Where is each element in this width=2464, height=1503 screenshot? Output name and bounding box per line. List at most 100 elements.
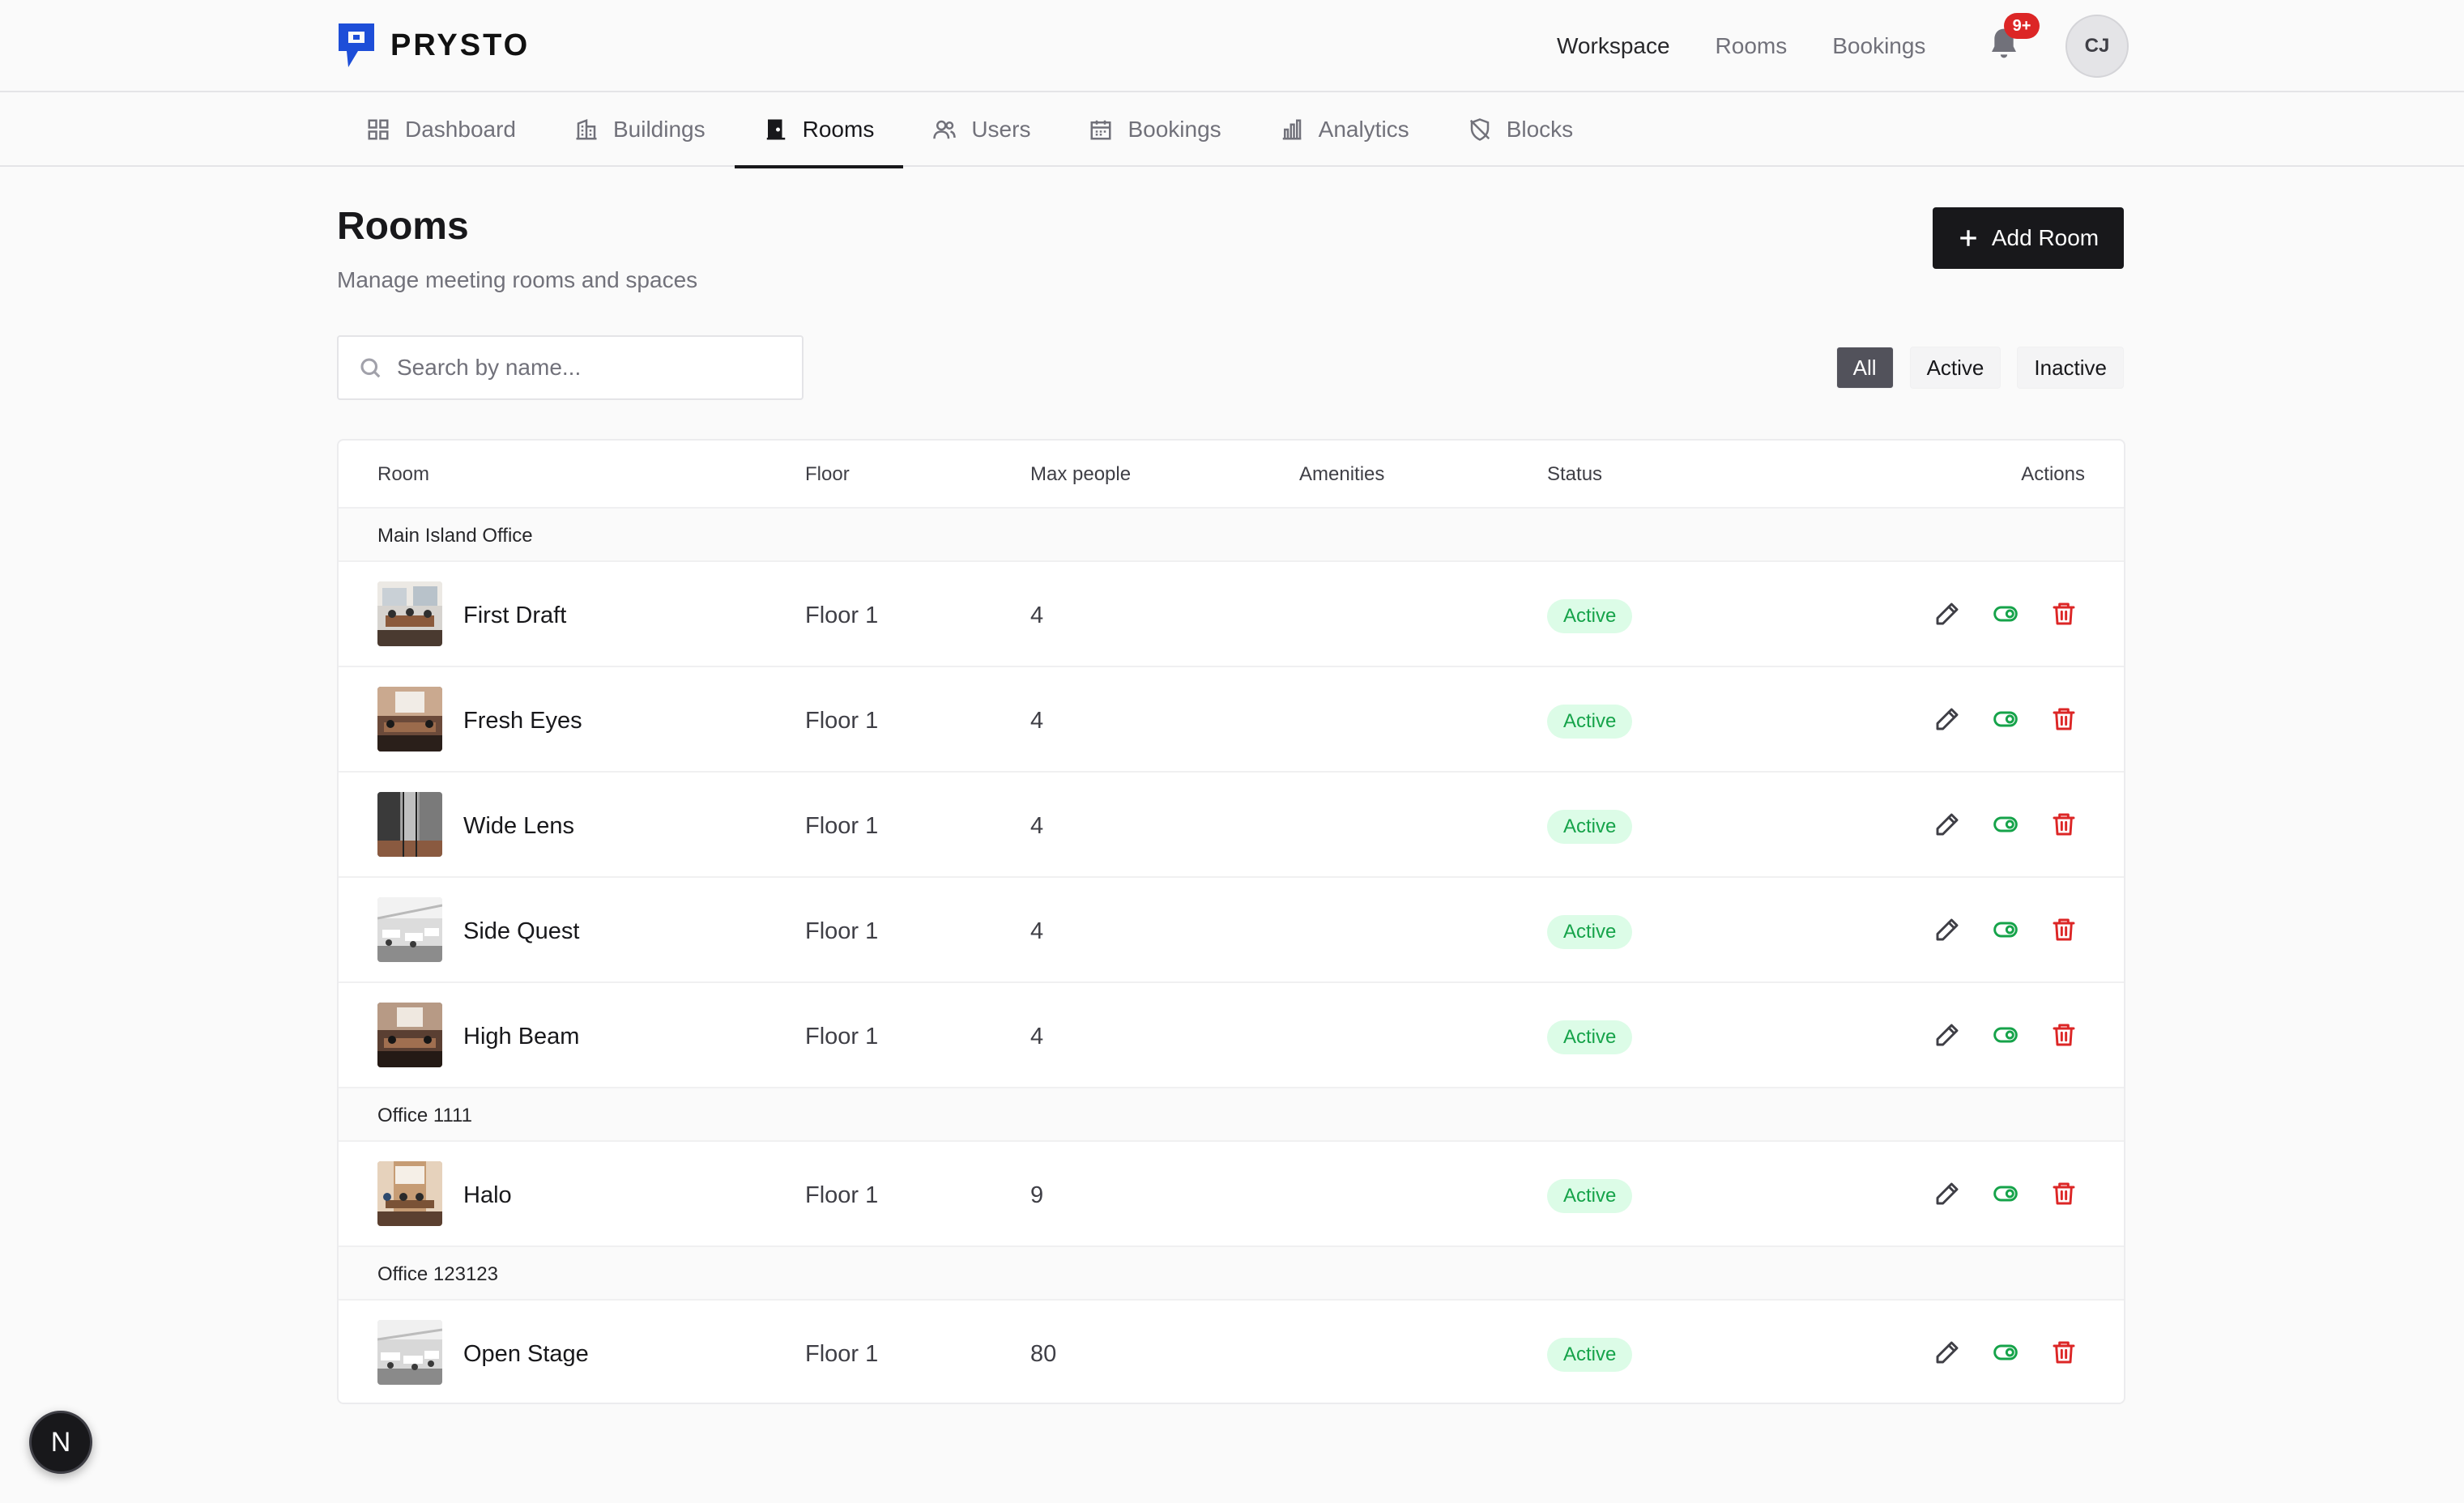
room-floor: Floor 1	[805, 602, 879, 628]
toggle-status-button[interactable]	[1989, 808, 2022, 841]
add-room-button[interactable]: Add Room	[1933, 207, 2124, 269]
toggle-status-button[interactable]	[1989, 703, 2022, 735]
toggle-status-button[interactable]	[1989, 598, 2022, 630]
status-badge: Active	[1547, 1179, 1633, 1213]
filter-all[interactable]: All	[1835, 347, 1894, 389]
status-badge: Active	[1547, 1020, 1633, 1054]
page-title: Rooms	[337, 205, 469, 248]
trash-icon	[2053, 602, 2075, 625]
rooms-table: Room Floor Max people Amenities Status A…	[337, 439, 2125, 1404]
room-floor: Floor 1	[805, 708, 879, 734]
edit-room-button[interactable]	[1931, 913, 1963, 946]
edit-room-button[interactable]	[1931, 1019, 1963, 1051]
delete-room-button[interactable]	[2048, 1177, 2080, 1210]
building-group-header: Office 1111	[339, 1088, 2124, 1142]
page-subtitle: Manage meeting rooms and spaces	[337, 267, 698, 292]
trash-icon	[2053, 1182, 2075, 1205]
column-header-status: Status	[1547, 463, 1603, 485]
tab-label: Dashboard	[405, 117, 516, 142]
topnav-rooms-link[interactable]: Rooms	[1716, 33, 1788, 59]
pencil-icon	[1936, 602, 1959, 625]
edit-room-button[interactable]	[1931, 1336, 1963, 1369]
filter-inactive[interactable]: Inactive	[2017, 347, 2124, 389]
user-avatar[interactable]: CJ	[2065, 15, 2129, 78]
search-box	[337, 335, 804, 400]
room-max-people: 80	[1030, 1341, 1057, 1367]
delete-room-button[interactable]	[2048, 913, 2080, 946]
toggle-status-button[interactable]	[1989, 913, 2022, 946]
search-icon	[360, 358, 381, 378]
pencil-icon	[1936, 1341, 1959, 1364]
edit-room-button[interactable]	[1931, 598, 1963, 630]
tab-blocks[interactable]: Blocks	[1439, 92, 1602, 167]
table-header: Room Floor Max people Amenities Status A…	[339, 441, 2124, 509]
toggle-on-icon	[1993, 1186, 2018, 1202]
toggle-status-button[interactable]	[1989, 1336, 2022, 1369]
delete-room-button[interactable]	[2048, 1019, 2080, 1051]
calendar-icon	[1090, 120, 1111, 140]
delete-room-button[interactable]	[2048, 808, 2080, 841]
building-name: Main Island Office	[377, 525, 533, 547]
room-photo	[377, 792, 442, 857]
delete-room-button[interactable]	[2048, 598, 2080, 630]
dev-tools-badge[interactable]: N	[29, 1411, 92, 1474]
tab-bookings[interactable]: Bookings	[1059, 92, 1250, 167]
tab-dashboard[interactable]: Dashboard	[337, 92, 545, 167]
brand-logo[interactable]: PRYSTO	[337, 21, 530, 70]
building-name: Office 123123	[377, 1263, 499, 1285]
toggle-status-button[interactable]	[1989, 1019, 2022, 1051]
toggle-status-button[interactable]	[1989, 1177, 2022, 1210]
tab-analytics[interactable]: Analytics	[1251, 92, 1439, 167]
status-badge: Active	[1547, 810, 1633, 844]
edit-room-button[interactable]	[1931, 703, 1963, 735]
room-max-people: 4	[1030, 602, 1044, 628]
tab-label: Blocks	[1506, 117, 1574, 142]
column-header-max-people: Max people	[1030, 463, 1132, 485]
tab-users[interactable]: Users	[903, 92, 1059, 167]
filter-active[interactable]: Active	[1909, 347, 2001, 389]
trash-icon	[2053, 708, 2075, 730]
pencil-icon	[1936, 1024, 1959, 1046]
column-header-room: Room	[377, 463, 430, 485]
building-group-header: Office 123123	[339, 1247, 2124, 1301]
toggle-on-icon	[1993, 711, 2018, 727]
row-actions	[1931, 913, 2106, 946]
row-actions	[1931, 808, 2106, 841]
tab-label: Buildings	[612, 117, 706, 142]
row-actions	[1931, 1336, 2106, 1369]
topnav-workspace-link[interactable]: Workspace	[1557, 33, 1670, 59]
status-badge: Active	[1547, 705, 1633, 739]
room-name: First Draft	[463, 602, 567, 628]
room-floor: Floor 1	[805, 1182, 879, 1208]
tab-label: Bookings	[1128, 117, 1221, 142]
table-row: High Beam Floor 1 4 Active	[339, 983, 2124, 1088]
trash-icon	[2053, 1024, 2075, 1046]
row-actions	[1931, 598, 2106, 630]
status-badge: Active	[1547, 599, 1633, 633]
search-input[interactable]	[397, 355, 786, 381]
delete-room-button[interactable]	[2048, 1336, 2080, 1369]
table-row: First Draft Floor 1 4 Active	[339, 562, 2124, 667]
room-name: Fresh Eyes	[463, 708, 582, 734]
tab-label: Users	[971, 117, 1031, 142]
status-badge: Active	[1547, 1338, 1633, 1372]
plus-icon	[1960, 230, 1976, 246]
tab-label: Analytics	[1318, 117, 1409, 142]
edit-room-button[interactable]	[1931, 1177, 1963, 1210]
room-floor: Floor 1	[805, 918, 879, 944]
topnav-bookings-link[interactable]: Bookings	[1832, 33, 1925, 59]
tab-buildings[interactable]: Buildings	[545, 92, 735, 167]
room-photo	[377, 687, 442, 752]
edit-room-button[interactable]	[1931, 808, 1963, 841]
pencil-icon	[1936, 918, 1959, 941]
table-row: Halo Floor 1 9 Active	[339, 1142, 2124, 1247]
notification-count-badge: 9+	[2004, 13, 2040, 39]
toggle-on-icon	[1993, 922, 2018, 938]
room-max-people: 4	[1030, 813, 1044, 839]
room-name: Halo	[463, 1182, 512, 1208]
delete-room-button[interactable]	[2048, 703, 2080, 735]
toggle-on-icon	[1993, 1344, 2018, 1360]
toggle-on-icon	[1993, 1027, 2018, 1043]
room-name: Side Quest	[463, 918, 580, 944]
tab-rooms[interactable]: Rooms	[734, 92, 904, 168]
